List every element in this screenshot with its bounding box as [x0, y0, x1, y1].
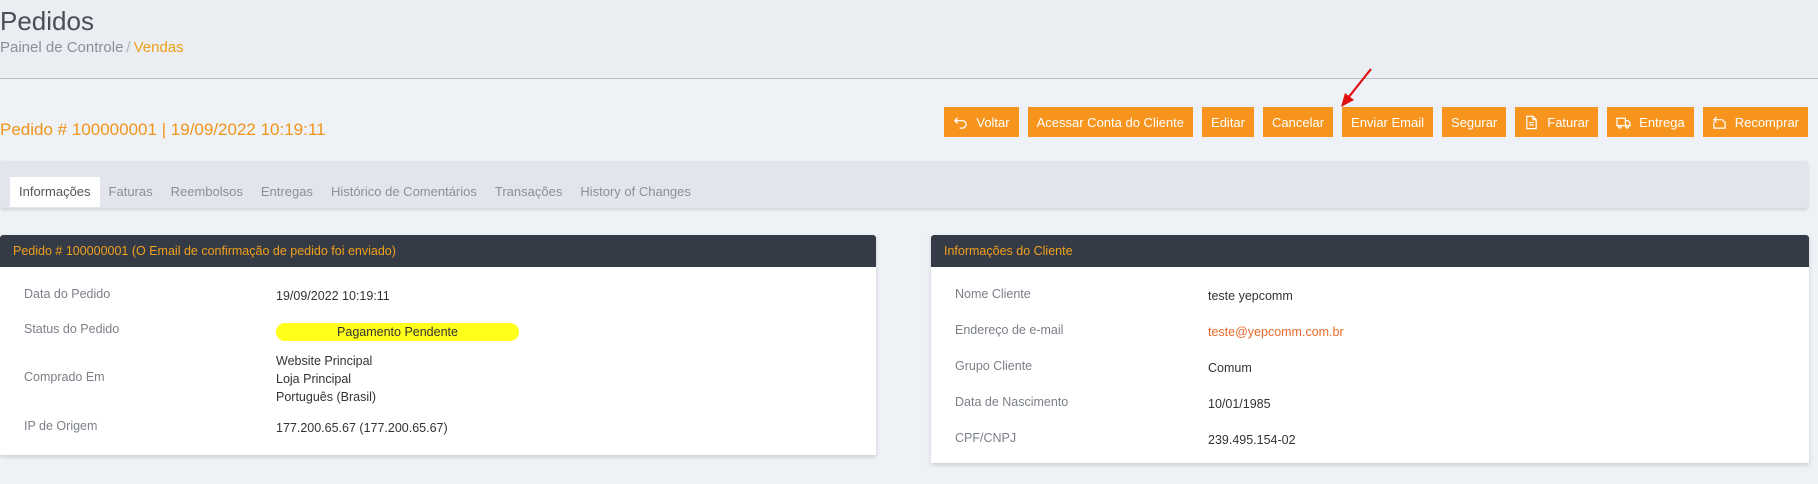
customer-account-button-label: Acessar Conta do Cliente: [1036, 114, 1185, 130]
customer-cpf-value: 239.495.154-02: [1208, 433, 1296, 447]
cancel-button-label: Cancelar: [1272, 114, 1325, 130]
reorder-icon: [1712, 115, 1726, 129]
invoice-button-label: Faturar: [1547, 114, 1590, 130]
tab-refunds[interactable]: Reembolsos: [162, 177, 252, 207]
annotation-arrow-icon: [1341, 68, 1372, 107]
order-title: Pedido # 100000001 | 19/09/2022 10:19:11: [0, 120, 326, 139]
page-title: Pedidos: [0, 6, 94, 36]
website-name: Website Principal: [276, 354, 373, 368]
send-email-button-label: Enviar Email: [1351, 114, 1424, 130]
cancel-button[interactable]: Cancelar: [1263, 107, 1334, 137]
customer-name-value: teste yepcomm: [1208, 289, 1293, 303]
customer-dob-label: Data de Nascimento: [955, 395, 1069, 409]
tab-information[interactable]: Informações: [10, 177, 100, 207]
breadcrumb-home[interactable]: Painel de Controle: [0, 39, 123, 56]
tabs-bar: Informações Faturas Reembolsos Entregas …: [0, 161, 1808, 208]
customer-cpf-label: CPF/CNPJ: [955, 431, 1017, 445]
truck-icon: [1616, 117, 1631, 129]
invoice-button[interactable]: Faturar: [1515, 107, 1599, 137]
purchased-from-value: Website Principal Loja Principal Portugu…: [276, 352, 376, 406]
customer-email-link[interactable]: teste@yepcomm.com.br: [1208, 323, 1344, 341]
edit-button[interactable]: Editar: [1202, 107, 1254, 137]
customer-group-label: Grupo Cliente: [955, 359, 1033, 373]
origin-ip-value: 177.200.65.67 (177.200.65.67): [276, 421, 448, 435]
order-info-panel: Pedido # 100000001 (O Email de confirmaç…: [0, 235, 876, 455]
customer-info-panel: Informações do Cliente Nome Cliente test…: [931, 235, 1809, 463]
tab-history-of-changes[interactable]: History of Changes: [571, 177, 700, 207]
edit-button-label: Editar: [1211, 114, 1245, 130]
customer-name-label: Nome Cliente: [955, 287, 1031, 301]
reorder-button-label: Recomprar: [1734, 114, 1799, 130]
tab-shipments[interactable]: Entregas: [252, 177, 322, 207]
origin-ip-label: IP de Origem: [24, 419, 98, 433]
order-date-label: Data do Pedido: [24, 287, 111, 301]
tab-list: Informações Faturas Reembolsos Entregas …: [10, 177, 700, 207]
back-arrow-icon: [954, 116, 968, 129]
page-header: Pedidos Painel de Controle / Vendas: [0, 0, 1818, 79]
shipment-button-label: Entrega: [1639, 114, 1685, 130]
tab-transactions[interactable]: Transações: [486, 177, 571, 207]
breadcrumb: Painel de Controle / Vendas: [0, 39, 184, 56]
back-button-label: Voltar: [976, 114, 1010, 130]
store-name: Loja Principal: [276, 372, 352, 386]
customer-dob-value: 10/01/1985: [1208, 397, 1271, 411]
breadcrumb-separator: /: [126, 39, 131, 56]
purchased-from-label: Comprado Em: [24, 370, 105, 384]
back-button[interactable]: Voltar: [944, 107, 1019, 137]
tab-invoices[interactable]: Faturas: [100, 177, 162, 207]
order-panel-title: Pedido # 100000001 (O Email de confirmaç…: [0, 235, 876, 267]
customer-group-value: Comum: [1208, 361, 1252, 375]
status-badge: Pagamento Pendente: [276, 323, 519, 341]
order-date-value: 19/09/2022 10:19:11: [276, 289, 390, 303]
shipment-button[interactable]: Entrega: [1607, 107, 1694, 137]
send-email-button[interactable]: Enviar Email: [1342, 107, 1433, 137]
hold-button-label: Segurar: [1451, 114, 1498, 130]
hold-button[interactable]: Segurar: [1442, 107, 1507, 137]
customer-email-label: Endereço de e-mail: [955, 323, 1064, 337]
store-view-name: Português (Brasil): [276, 390, 377, 404]
customer-account-button[interactable]: Acessar Conta do Cliente: [1027, 107, 1194, 137]
document-icon: [1526, 115, 1538, 129]
customer-panel-title: Informações do Cliente: [931, 235, 1809, 267]
breadcrumb-current[interactable]: Vendas: [134, 39, 184, 56]
tab-comment-history[interactable]: Histórico de Comentários: [322, 177, 486, 207]
reorder-button[interactable]: Recomprar: [1702, 107, 1808, 137]
order-toolbar: Voltar Acessar Conta do Cliente Editar C…: [944, 107, 1808, 137]
order-status-label: Status do Pedido: [24, 322, 120, 336]
